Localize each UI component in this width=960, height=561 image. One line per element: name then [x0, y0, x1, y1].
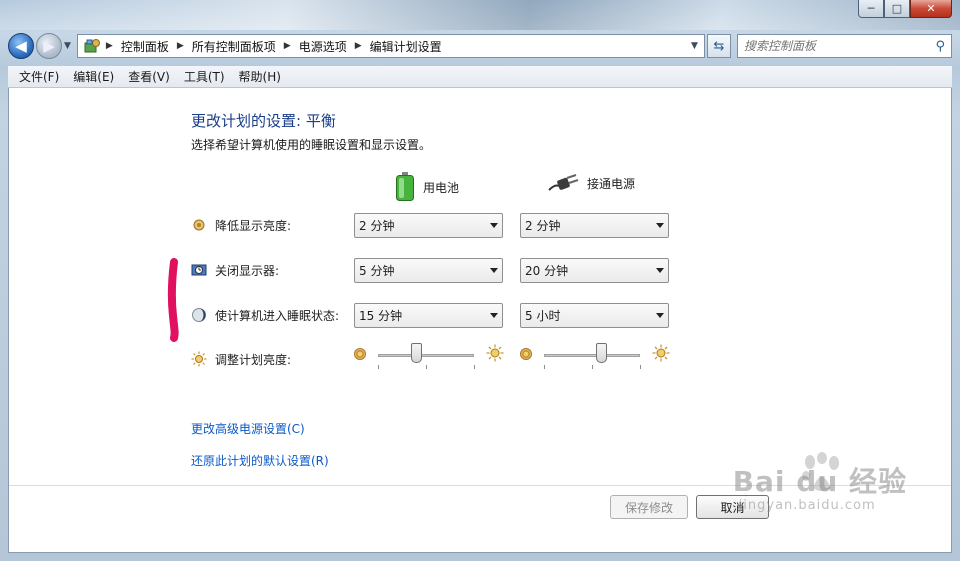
slider-tick [378, 365, 379, 369]
recent-pages-dropdown[interactable]: ▼ [64, 41, 71, 51]
dim-brightness-icon [193, 219, 205, 231]
sleep-battery-value: 15 分钟 [359, 309, 403, 323]
power-plug-icon [548, 174, 579, 191]
brightness-high-icon [652, 344, 670, 362]
minimize-button[interactable]: ─ [858, 0, 884, 18]
slider-tick [640, 365, 641, 369]
window-frame: ─ □ ✕ ◀ ▶ ▼ ▶ 控制面板 ▶ 所有控制面板项 ▶ 电源选项 ▶ 编辑… [0, 0, 960, 561]
chevron-down-icon [490, 313, 498, 318]
breadcrumb-separator[interactable]: ▶ [355, 41, 362, 51]
slider-tick [592, 365, 593, 369]
battery-column-label: 用电池 [423, 180, 460, 195]
battery-column-header: 用电池 [395, 172, 459, 202]
turn-off-display-label: 关闭显示器: [215, 263, 280, 278]
dim-display-battery-value: 2 分钟 [359, 219, 395, 233]
chevron-down-icon [490, 268, 498, 273]
brightness-sun-icon [191, 351, 207, 367]
brightness-label: 调整计划亮度: [215, 352, 292, 367]
sleep-plugged-select[interactable]: 5 小时 [520, 303, 669, 328]
brightness-high-icon [486, 344, 504, 362]
page-subtitle: 选择希望计算机使用的睡眠设置和显示设置。 [191, 138, 432, 152]
brightness-battery-slider[interactable] [354, 343, 506, 369]
slider-track [378, 354, 474, 357]
navigation-bar: ◀ ▶ ▼ ▶ 控制面板 ▶ 所有控制面板项 ▶ 电源选项 ▶ 编辑计划设置 ▼… [8, 30, 952, 62]
slider-tick [426, 365, 427, 369]
breadcrumb-edit-plan[interactable]: 编辑计划设置 [370, 38, 442, 55]
menu-help[interactable]: 帮助(H) [232, 68, 288, 85]
sleep-battery-select[interactable]: 15 分钟 [354, 303, 503, 328]
chevron-down-icon [656, 313, 664, 318]
page-title: 更改计划的设置: 平衡 [191, 112, 336, 130]
address-bar[interactable]: ▶ 控制面板 ▶ 所有控制面板项 ▶ 电源选项 ▶ 编辑计划设置 ▼ [76, 34, 705, 58]
menu-edit[interactable]: 编辑(E) [66, 68, 121, 85]
dim-display-battery-select[interactable]: 2 分钟 [354, 213, 503, 238]
plugged-column-header: 接通电源 [547, 172, 635, 194]
address-dropdown-icon[interactable]: ▼ [691, 41, 698, 51]
menu-bar: 文件(F) 编辑(E) 查看(V) 工具(T) 帮助(H) [8, 66, 952, 88]
brightness-plugged-slider[interactable] [520, 343, 672, 369]
breadcrumb-separator[interactable]: ▶ [284, 41, 291, 51]
baidu-watermark: Bai du 经验 jingyan.baidu.com [733, 460, 907, 513]
menu-file[interactable]: 文件(F) [12, 68, 66, 85]
slider-tick [474, 365, 475, 369]
breadcrumb-all-items[interactable]: 所有控制面板项 [192, 38, 276, 55]
search-box[interactable]: ⚲ [736, 34, 952, 58]
chevron-down-icon [656, 268, 664, 273]
refresh-button[interactable]: ⇆ [706, 34, 731, 58]
sleep-label: 使计算机进入睡眠状态: [215, 308, 340, 323]
save-changes-button[interactable]: 保存修改 [610, 495, 688, 519]
dim-display-plugged-select[interactable]: 2 分钟 [520, 213, 669, 238]
breadcrumb-separator[interactable]: ▶ [177, 41, 184, 51]
search-input[interactable] [743, 39, 936, 53]
pink-marker-annotation [167, 258, 179, 342]
window-controls: ─ □ ✕ [858, 0, 952, 18]
slider-thumb[interactable] [596, 343, 608, 363]
search-icon[interactable]: ⚲ [935, 39, 945, 54]
restore-defaults-link[interactable]: 还原此计划的默认设置(R) [191, 452, 329, 469]
battery-icon [396, 172, 414, 201]
slider-thumb[interactable] [410, 343, 422, 363]
title-bar [0, 0, 960, 30]
watermark-url: jingyan.baidu.com [738, 498, 876, 513]
dim-display-plugged-value: 2 分钟 [525, 219, 561, 233]
control-panel-icon [84, 39, 100, 53]
turn-off-display-plugged-select[interactable]: 20 分钟 [520, 258, 669, 283]
chevron-down-icon [656, 223, 664, 228]
watermark-logo-text: Bai du 经验 [732, 465, 907, 498]
maximize-button[interactable]: □ [884, 0, 910, 18]
advanced-power-settings-link[interactable]: 更改高级电源设置(C) [191, 420, 305, 437]
breadcrumb-power-options[interactable]: 电源选项 [299, 38, 347, 55]
sleep-icon [192, 308, 206, 322]
turn-off-display-battery-select[interactable]: 5 分钟 [354, 258, 503, 283]
plugged-column-label: 接通电源 [587, 176, 636, 191]
monitor-off-icon [191, 264, 207, 276]
dim-display-label: 降低显示亮度: [215, 218, 292, 233]
brightness-low-icon [520, 348, 532, 360]
content-pane: 更改计划的设置: 平衡 选择希望计算机使用的睡眠设置和显示设置。 用电池 接通电… [8, 88, 952, 553]
turn-off-display-plugged-value: 20 分钟 [525, 264, 569, 278]
slider-track [544, 354, 640, 357]
turn-off-display-battery-value: 5 分钟 [359, 264, 395, 278]
menu-view[interactable]: 查看(V) [121, 68, 177, 85]
sleep-plugged-value: 5 小时 [525, 309, 561, 323]
breadcrumb-control-panel[interactable]: 控制面板 [121, 38, 169, 55]
forward-button[interactable]: ▶ [36, 33, 62, 59]
brightness-low-icon [354, 348, 366, 360]
breadcrumb-separator[interactable]: ▶ [106, 41, 113, 51]
chevron-down-icon [490, 223, 498, 228]
slider-tick [544, 365, 545, 369]
back-button[interactable]: ◀ [8, 33, 34, 59]
close-button[interactable]: ✕ [910, 0, 952, 18]
menu-tools[interactable]: 工具(T) [177, 68, 232, 85]
